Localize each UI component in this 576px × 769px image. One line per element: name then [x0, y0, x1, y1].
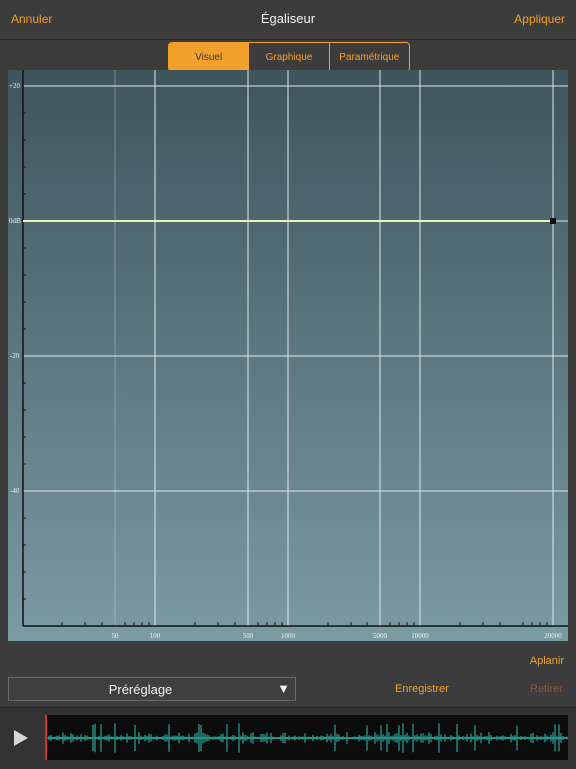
- mode-segmented-control: Visuel Graphique Paramétrique: [168, 42, 410, 72]
- top-bar: Annuler Égaliseur Appliquer: [0, 0, 576, 40]
- eq-graph-svg: +20 0dB -20 -40 50 100 500 1000 5000 100…: [9, 70, 568, 640]
- y-tick-label: -20: [10, 352, 20, 360]
- remove-button: Retirer: [530, 683, 564, 695]
- x-tick-label: 100: [150, 632, 161, 640]
- preset-label: Préréglage: [108, 682, 173, 697]
- waveform[interactable]: [45, 715, 568, 760]
- flatten-button[interactable]: Aplanir: [530, 655, 564, 667]
- eq-graph[interactable]: +20 0dB -20 -40 50 100 500 1000 5000 100…: [8, 70, 568, 641]
- x-tick-label: 500: [243, 632, 254, 640]
- save-button[interactable]: Enregistrer: [395, 683, 449, 695]
- preset-dropdown[interactable]: Préréglage ▼: [8, 677, 296, 701]
- dropdown-arrow-icon: ▼: [277, 681, 290, 696]
- x-tick-label: 50: [112, 632, 120, 640]
- x-tick-label: 20000: [544, 632, 562, 640]
- play-icon[interactable]: [14, 730, 28, 746]
- page-title: Égaliseur: [260, 11, 316, 26]
- tab-visual[interactable]: Visuel: [169, 43, 250, 71]
- tab-graphic[interactable]: Graphique: [249, 43, 330, 71]
- eq-curve-handle[interactable]: [550, 218, 556, 224]
- y-tick-label: 0dB: [9, 217, 21, 225]
- apply-button[interactable]: Appliquer: [514, 12, 565, 26]
- y-tick-label: +20: [9, 82, 20, 90]
- y-tick-label: -40: [10, 487, 20, 495]
- x-tick-label: 5000: [373, 632, 388, 640]
- x-tick-label: 1000: [281, 632, 296, 640]
- tab-parametric[interactable]: Paramétrique: [330, 43, 409, 71]
- waveform-svg: [45, 715, 568, 760]
- x-tick-label: 10000: [411, 632, 429, 640]
